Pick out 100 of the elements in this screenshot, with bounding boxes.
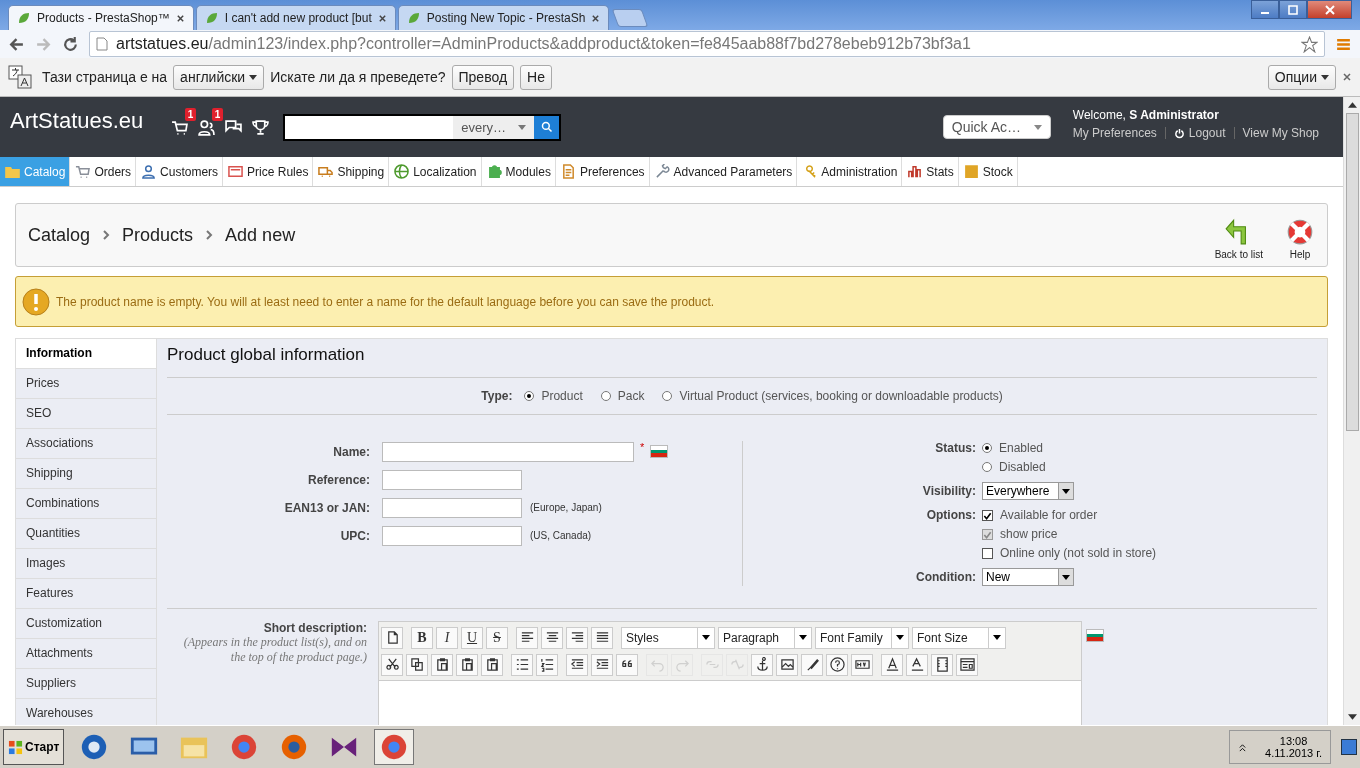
text-input[interactable] bbox=[382, 441, 634, 462]
side-tab[interactable]: Quantities bbox=[15, 519, 156, 549]
scissors-icon-button[interactable] bbox=[381, 653, 403, 676]
close-icon[interactable] bbox=[175, 13, 185, 23]
outdent-icon-button[interactable] bbox=[566, 653, 588, 676]
align-center-icon-button[interactable] bbox=[541, 626, 563, 649]
menu-tab[interactable]: Preferences bbox=[555, 157, 650, 186]
header-link[interactable]: View My Shop bbox=[1242, 126, 1319, 140]
header-link[interactable]: Logout bbox=[1188, 126, 1226, 140]
text-input[interactable] bbox=[382, 525, 522, 546]
condition-select[interactable]: New bbox=[982, 568, 1074, 586]
side-tab[interactable]: Images bbox=[15, 549, 156, 579]
paste-icon-button[interactable] bbox=[431, 653, 453, 676]
menu-tab[interactable]: Customers bbox=[136, 157, 224, 186]
align-left-icon-button[interactable] bbox=[516, 626, 538, 649]
paste-icon-button[interactable] bbox=[456, 653, 478, 676]
template-icon-button[interactable] bbox=[956, 653, 978, 676]
people-icon[interactable] bbox=[198, 118, 216, 136]
taskbar-app[interactable] bbox=[374, 729, 415, 765]
html-icon-button[interactable] bbox=[851, 653, 873, 676]
side-tab[interactable]: Shipping bbox=[15, 459, 156, 489]
anchor-icon-button[interactable] bbox=[751, 653, 773, 676]
side-tab[interactable]: Features bbox=[15, 579, 156, 609]
site-logo[interactable]: ArtStatues.eu bbox=[10, 108, 144, 134]
menu-tab[interactable]: Administration bbox=[797, 157, 903, 186]
format-dropdown[interactable]: Font Family bbox=[815, 626, 909, 649]
format-dropdown[interactable]: Font Size bbox=[912, 626, 1006, 649]
format-dropdown[interactable]: Paragraph bbox=[718, 626, 812, 649]
maximize-button[interactable] bbox=[1279, 0, 1307, 19]
star-icon[interactable] bbox=[1301, 35, 1318, 53]
side-tab[interactable]: Information bbox=[15, 339, 156, 369]
text-input[interactable] bbox=[382, 469, 522, 490]
expand-tray-icon[interactable] bbox=[1238, 742, 1248, 752]
browser-tab[interactable]: I can't add new product [but bbox=[195, 5, 396, 30]
breadcrumb-link[interactable]: Products bbox=[122, 224, 194, 246]
scrollbar[interactable] bbox=[1343, 97, 1360, 725]
close-icon[interactable] bbox=[377, 13, 387, 23]
cart-icon[interactable] bbox=[171, 118, 189, 136]
numbered-list-icon-button[interactable] bbox=[536, 653, 558, 676]
scroll-up-icon[interactable] bbox=[1347, 102, 1357, 108]
menu-tab[interactable]: Stock bbox=[958, 157, 1018, 186]
bold-button[interactable]: B bbox=[411, 626, 433, 649]
close-icon[interactable] bbox=[591, 13, 601, 23]
help-icon-button[interactable] bbox=[826, 653, 848, 676]
side-tab[interactable]: Warehouses bbox=[15, 699, 156, 725]
align-right-icon-button[interactable] bbox=[566, 626, 588, 649]
header-link[interactable]: My Preferences bbox=[1072, 126, 1157, 140]
format-dropdown[interactable]: Styles bbox=[621, 626, 715, 649]
image-icon-button[interactable] bbox=[776, 653, 798, 676]
menu-tab[interactable]: Orders bbox=[70, 157, 137, 186]
translate-button[interactable]: Превод bbox=[451, 64, 515, 90]
text-input[interactable] bbox=[382, 497, 522, 518]
decline-button[interactable]: Не bbox=[520, 64, 552, 90]
checkbox-option[interactable]: Online only (not sold in store) bbox=[982, 546, 1157, 560]
highlight-icon-button[interactable] bbox=[906, 653, 928, 676]
menu-tab[interactable]: Shipping bbox=[313, 157, 390, 186]
rich-text-editor[interactable]: B I U S Styles Paragraph Font Family Font Size bbox=[378, 621, 1082, 725]
trophy-icon[interactable] bbox=[252, 118, 270, 136]
side-tab[interactable]: Attachments bbox=[15, 639, 156, 669]
radio-option[interactable]: Enabled bbox=[982, 441, 1046, 455]
side-tab[interactable]: Prices bbox=[15, 369, 156, 399]
radio-option[interactable]: Product bbox=[524, 389, 583, 403]
menu-tab[interactable]: Price Rules bbox=[223, 157, 314, 186]
side-tab[interactable]: Customization bbox=[15, 609, 156, 639]
back-to-list-button[interactable]: Back to list bbox=[1214, 216, 1263, 260]
quick-access-dropdown[interactable]: Quick Ac… bbox=[942, 115, 1051, 139]
breadcrumb-link[interactable]: Catalog bbox=[28, 224, 91, 246]
paste-icon-button[interactable] bbox=[481, 653, 503, 676]
browser-tab[interactable]: Products - PrestaShop™ bbox=[8, 5, 194, 30]
radio-option[interactable]: Disabled bbox=[982, 460, 1046, 474]
italic-button[interactable]: I bbox=[436, 626, 458, 649]
film-icon-button[interactable] bbox=[931, 653, 953, 676]
start-button[interactable]: Старт bbox=[3, 729, 65, 765]
underline-button[interactable]: U bbox=[461, 626, 483, 649]
search-filter-dropdown[interactable]: every… bbox=[453, 115, 535, 139]
search-field[interactable]: every… bbox=[283, 113, 562, 141]
indent-icon-button[interactable] bbox=[591, 653, 613, 676]
search-button[interactable] bbox=[534, 115, 560, 139]
show-desktop-button[interactable] bbox=[1341, 739, 1357, 755]
reload-icon[interactable] bbox=[62, 35, 79, 53]
language-dropdown[interactable]: английски bbox=[173, 64, 265, 90]
close-icon[interactable] bbox=[1342, 72, 1352, 82]
side-tab[interactable]: SEO bbox=[15, 399, 156, 429]
address-field[interactable]: artstatues.eu/admin123/index.php?controller=AdminProducts&addproduct&token=fe845aab88f7bd278ebeb912b73bf3a1 bbox=[89, 31, 1325, 57]
radio-option[interactable]: Virtual Product (services, booking or downloadable products) bbox=[662, 389, 1003, 403]
scroll-down-icon[interactable] bbox=[1347, 714, 1357, 720]
options-dropdown[interactable]: Опции bbox=[1267, 64, 1336, 90]
copy-icon-button[interactable] bbox=[406, 653, 428, 676]
menu-tab[interactable]: Stats bbox=[902, 157, 959, 186]
text-color-icon-button[interactable] bbox=[881, 653, 903, 676]
strikethrough-button[interactable]: S bbox=[486, 626, 508, 649]
browser-tab[interactable]: Posting New Topic - PrestaSh bbox=[397, 5, 610, 30]
minimize-button[interactable] bbox=[1251, 0, 1279, 19]
brush-icon-button[interactable] bbox=[801, 653, 823, 676]
quote-icon-button[interactable] bbox=[616, 653, 638, 676]
visibility-select[interactable]: Everywhere bbox=[982, 482, 1074, 500]
menu-tab[interactable]: Modules bbox=[481, 157, 556, 186]
radio-option[interactable]: Pack bbox=[600, 389, 645, 403]
bullet-list-icon-button[interactable] bbox=[511, 653, 533, 676]
help-button[interactable]: Help bbox=[1285, 216, 1315, 260]
